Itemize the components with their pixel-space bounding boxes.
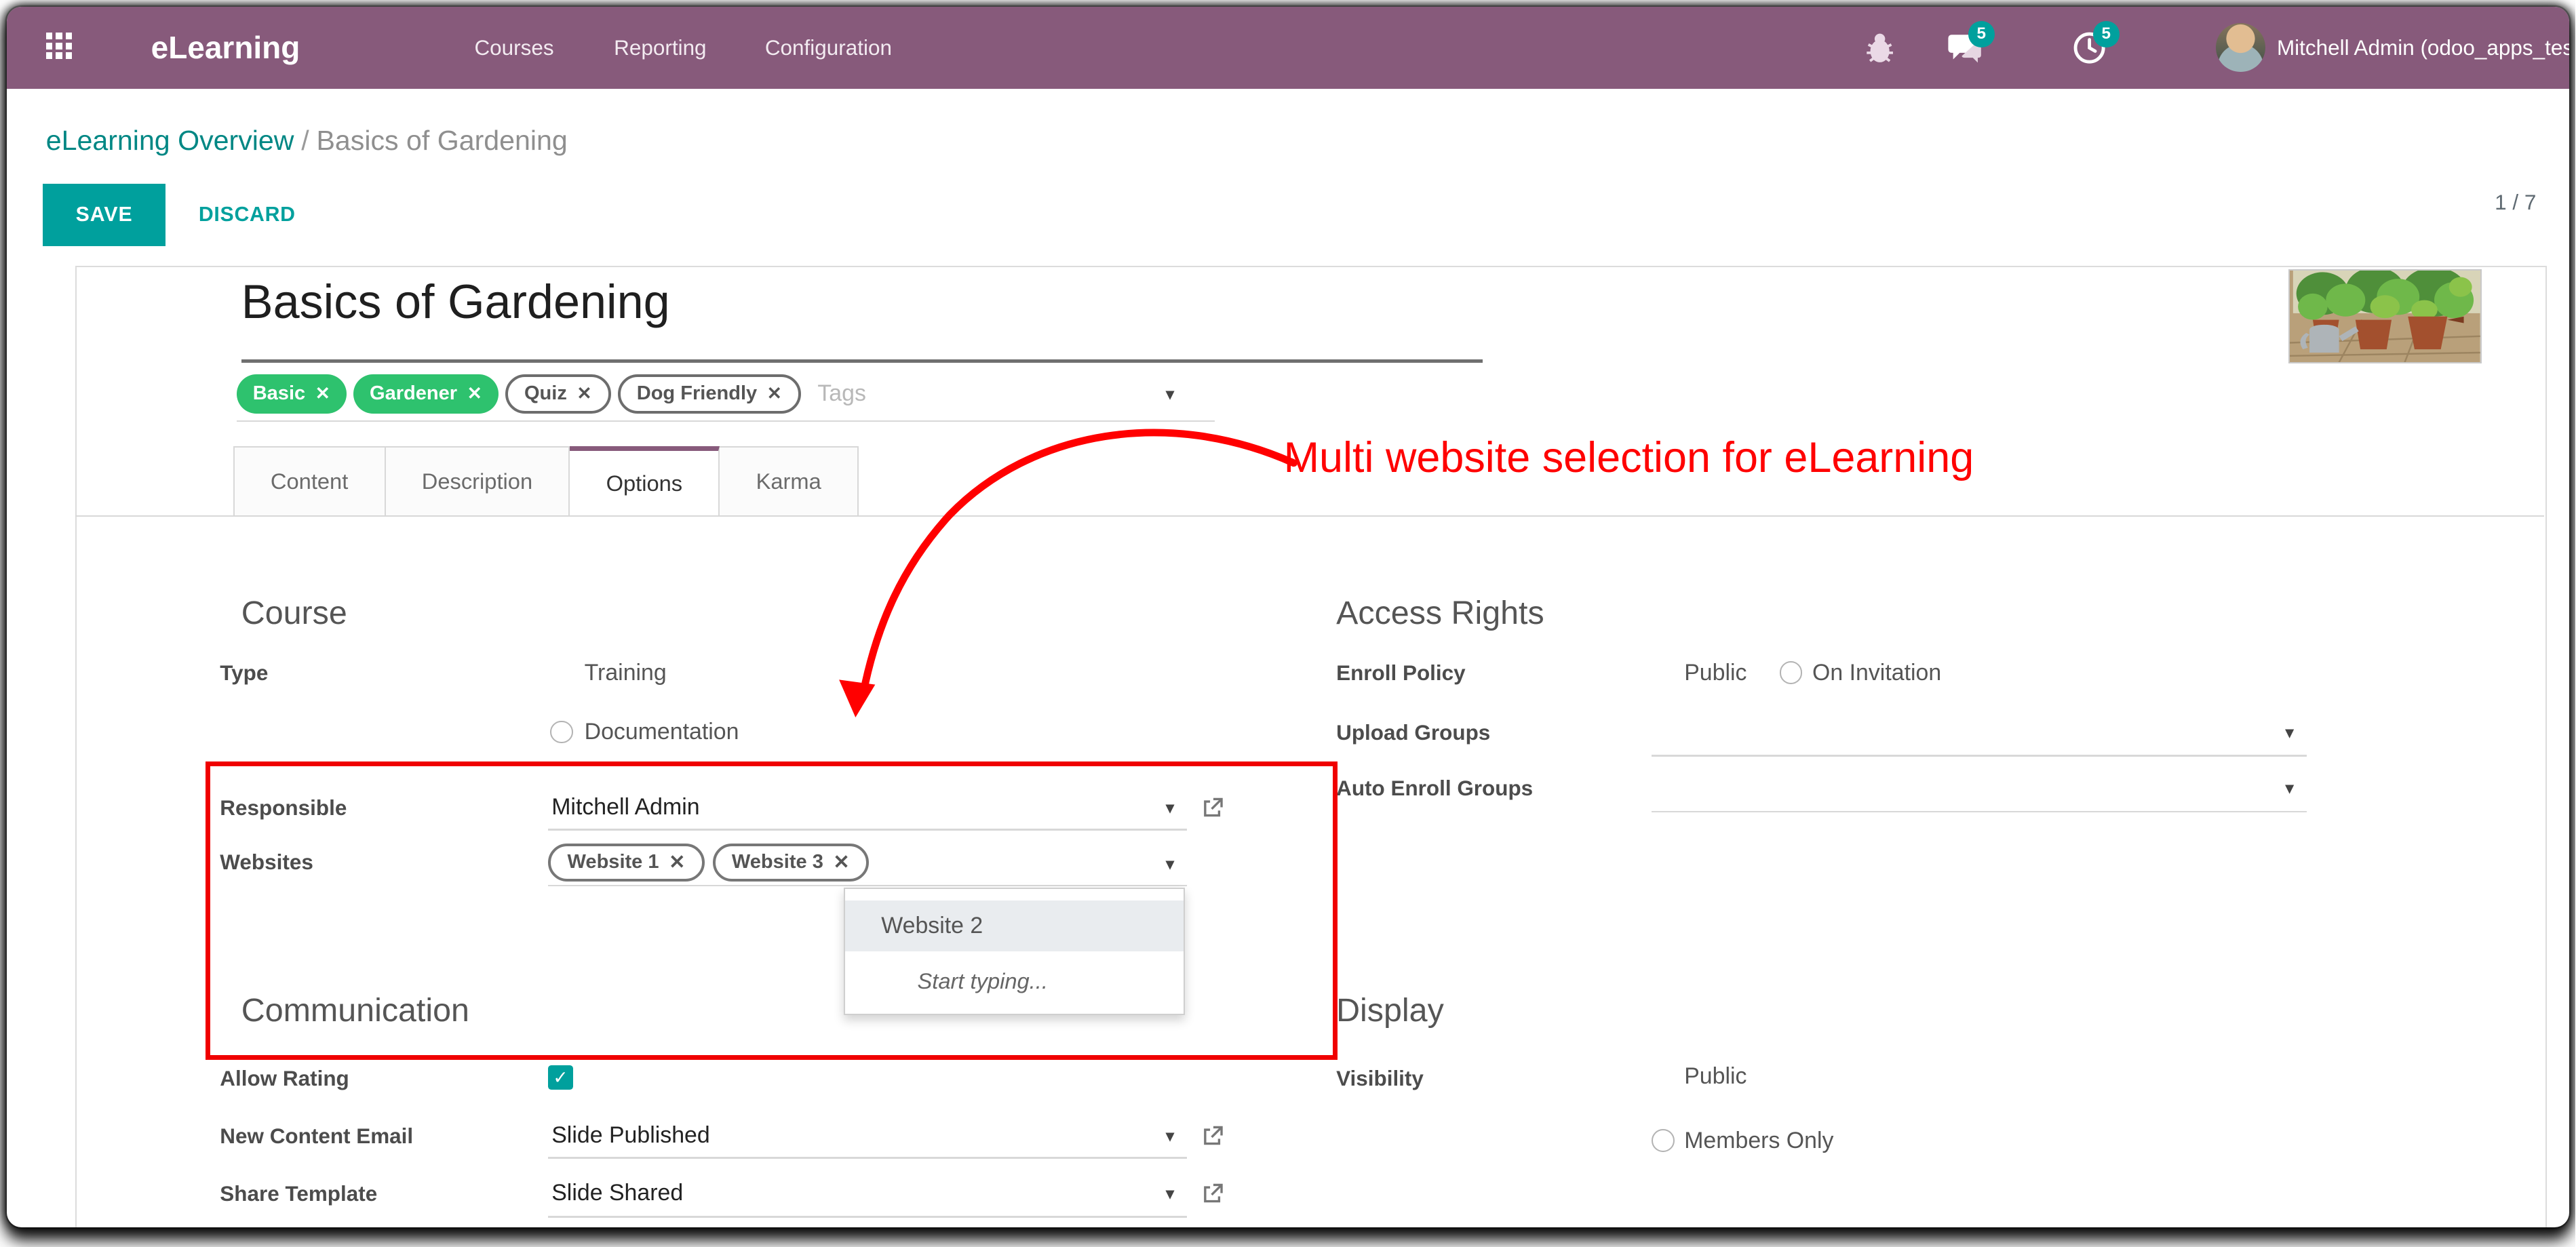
visibility-label: Visibility xyxy=(1336,1067,1424,1091)
new-content-email-underline xyxy=(548,1157,1186,1158)
tag-pill: Gardener ✕ xyxy=(353,374,499,414)
app-title: eLearning xyxy=(151,7,300,89)
discard-button[interactable]: DISCARD xyxy=(199,184,296,246)
upload-groups-underline xyxy=(1652,755,2307,756)
upload-groups-caret-icon[interactable]: ▾ xyxy=(2285,722,2294,743)
breadcrumb-separator: / xyxy=(301,125,309,156)
type-radio-documentation[interactable] xyxy=(550,721,573,744)
share-template-underline xyxy=(548,1216,1186,1217)
nav-item-reporting[interactable]: Reporting xyxy=(614,7,706,89)
breadcrumb-parent-link[interactable]: eLearning Overview xyxy=(46,125,294,156)
share-template-external-link-icon[interactable] xyxy=(1202,1182,1223,1203)
messages-icon[interactable]: 5 xyxy=(1947,30,1983,66)
notebook-tabs: Content Description Options Karma xyxy=(233,446,859,517)
user-menu[interactable]: Mitchell Admin (odoo_apps_test_ xyxy=(2277,7,2569,89)
tab-karma[interactable]: Karma xyxy=(720,446,859,517)
allow-rating-label: Allow Rating xyxy=(220,1067,349,1091)
nav-item-configuration[interactable]: Configuration xyxy=(765,7,892,89)
tag-remove-icon[interactable]: ✕ xyxy=(767,383,782,404)
auto-enroll-groups-caret-icon[interactable]: ▾ xyxy=(2285,778,2294,799)
websites-dropdown: Website 2 Start typing... xyxy=(844,888,1185,1015)
tags-field[interactable]: Basic ✕ Gardener ✕ Quiz ✕ Dog Friendly ✕ Tag… xyxy=(237,374,866,414)
tab-description[interactable]: Description xyxy=(386,446,570,517)
plants-illustration xyxy=(2290,271,2480,363)
dropdown-start-typing-hint: Start typing... xyxy=(845,957,1184,1006)
section-heading-course: Course xyxy=(241,594,347,632)
tabbar-line xyxy=(75,515,2544,517)
share-template-caret-icon[interactable]: ▾ xyxy=(1165,1183,1174,1204)
new-content-email-caret-icon[interactable]: ▾ xyxy=(1165,1126,1174,1147)
tag-remove-icon[interactable]: ✕ xyxy=(467,383,482,404)
visibility-option-public[interactable]: Public xyxy=(1684,1063,1746,1090)
tag-pill: Quiz ✕ xyxy=(505,374,611,414)
tab-options[interactable]: Options xyxy=(570,446,720,517)
enroll-option-public[interactable]: Public xyxy=(1684,660,1746,686)
apps-grid-icon[interactable] xyxy=(46,33,73,59)
auto-enroll-groups-underline xyxy=(1652,811,2307,812)
save-button[interactable]: SAVE xyxy=(43,184,166,246)
auto-enroll-groups-label: Auto Enroll Groups xyxy=(1336,776,1533,801)
upload-groups-label: Upload Groups xyxy=(1336,721,1490,745)
section-heading-display: Display xyxy=(1336,991,1444,1029)
visibility-option-members-only[interactable]: Members Only xyxy=(1684,1128,1833,1154)
tag-label: Quiz xyxy=(524,382,567,405)
tags-underline xyxy=(237,420,1215,422)
tag-pill: Basic ✕ xyxy=(237,374,347,414)
screen: eLearning Courses Reporting Configuratio… xyxy=(0,0,2575,1247)
tag-remove-icon[interactable]: ✕ xyxy=(315,383,330,404)
type-option-documentation[interactable]: Documentation xyxy=(585,719,739,745)
type-label: Type xyxy=(220,661,268,686)
debug-bug-icon[interactable] xyxy=(1862,30,1898,66)
top-navbar: eLearning Courses Reporting Configuratio… xyxy=(7,7,2569,89)
tag-label: Gardener xyxy=(370,382,457,405)
visibility-radio-members-only[interactable] xyxy=(1652,1129,1675,1152)
annotation-text: Multi website selection for eLearning xyxy=(1284,433,1974,482)
dropdown-option-website2[interactable]: Website 2 xyxy=(845,900,1184,951)
tag-label: Dog Friendly xyxy=(637,382,757,405)
title-underline xyxy=(241,359,1483,363)
breadcrumb: eLearning Overview / Basics of Gardening xyxy=(46,125,568,157)
tags-placeholder[interactable]: Tags xyxy=(817,380,866,407)
record-pager[interactable]: 1 / 7 xyxy=(2495,191,2536,215)
allow-rating-checkbox[interactable]: ✓ xyxy=(548,1065,572,1090)
messages-badge: 5 xyxy=(1968,21,1995,47)
type-option-training[interactable]: Training xyxy=(585,660,667,686)
share-template-value[interactable]: Slide Shared xyxy=(551,1180,683,1206)
enroll-policy-label: Enroll Policy xyxy=(1336,661,1466,686)
tag-remove-icon[interactable]: ✕ xyxy=(577,383,591,404)
course-title-input[interactable]: Basics of Gardening xyxy=(241,274,670,329)
tab-content[interactable]: Content xyxy=(233,446,386,517)
section-heading-access-rights: Access Rights xyxy=(1336,594,1544,632)
tag-pill: Dog Friendly ✕ xyxy=(618,374,802,414)
course-cover-image[interactable] xyxy=(2288,269,2482,364)
nav-item-courses[interactable]: Courses xyxy=(474,7,553,89)
tag-label: Basic xyxy=(253,382,305,405)
enroll-option-on-invitation[interactable]: On Invitation xyxy=(1812,660,1941,686)
new-content-email-external-link-icon[interactable] xyxy=(1202,1124,1223,1145)
breadcrumb-current: Basics of Gardening xyxy=(316,125,567,156)
app-window: eLearning Courses Reporting Configuratio… xyxy=(7,7,2569,1228)
activities-badge: 5 xyxy=(2093,21,2120,47)
activities-clock-icon[interactable]: 5 xyxy=(2071,30,2107,66)
tags-caret-icon[interactable]: ▾ xyxy=(1165,384,1174,405)
user-avatar[interactable] xyxy=(2216,23,2265,73)
new-content-email-value[interactable]: Slide Published xyxy=(551,1122,710,1149)
new-content-email-label: New Content Email xyxy=(220,1124,413,1149)
share-template-label: Share Template xyxy=(220,1182,377,1206)
